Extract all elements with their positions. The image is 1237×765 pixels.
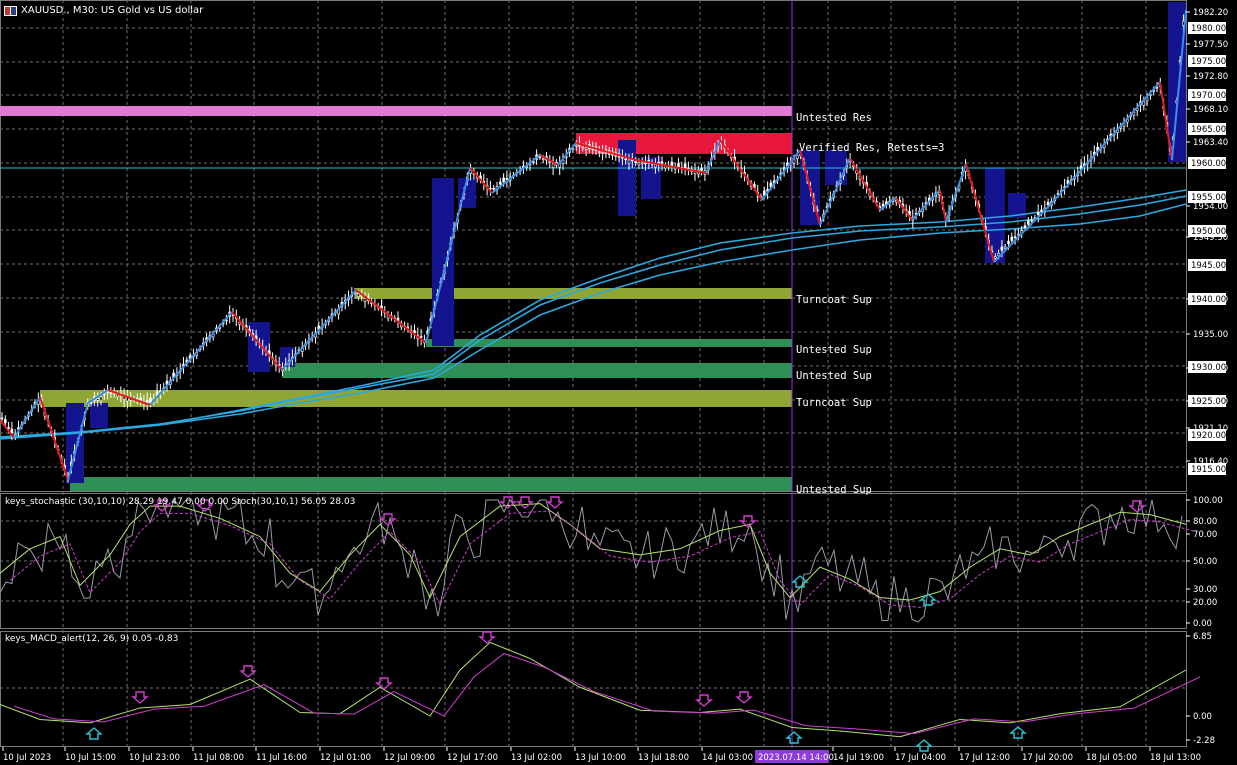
- svg-text:6.85: 6.85: [1193, 632, 1212, 642]
- svg-text:1945.00: 1945.00: [1191, 261, 1226, 271]
- label-turncoat-sup-1: Turncoat Sup: [796, 294, 872, 306]
- svg-text:14 Jul 03:00: 14 Jul 03:00: [702, 753, 753, 763]
- svg-text:1930.00: 1930.00: [1191, 363, 1226, 373]
- svg-text:80.00: 80.00: [1193, 517, 1217, 527]
- trading-chart[interactable]: Untested Res Verified Res, Retests=3 Tur…: [0, 0, 1237, 765]
- svg-text:100.00: 100.00: [1193, 496, 1223, 506]
- svg-text:1970.00: 1970.00: [1191, 91, 1226, 101]
- svg-text:17 Jul 12:00: 17 Jul 12:00: [959, 753, 1010, 763]
- svg-text:-2.28: -2.28: [1193, 736, 1215, 746]
- svg-text:1980.00: 1980.00: [1191, 24, 1226, 34]
- chart-window-icon[interactable]: [4, 6, 17, 16]
- label-turncoat-sup-2: Turncoat Sup: [796, 397, 872, 409]
- label-untested-sup-1: Untested Sup: [796, 344, 872, 356]
- svg-text:13 Jul 02:00: 13 Jul 02:00: [511, 753, 562, 763]
- zone-untested-sup-2: [282, 363, 792, 378]
- svg-text:18 Jul 05:00: 18 Jul 05:00: [1086, 753, 1137, 763]
- stochastic-title: keys_stochastic (30,10,10) 28.29 19.47 0…: [5, 497, 356, 507]
- zone-untested-sup-3: [70, 477, 792, 491]
- macd-arrows: [85, 631, 1027, 752]
- svg-text:10 Jul 15:00: 10 Jul 15:00: [65, 753, 116, 763]
- svg-text:1982.20: 1982.20: [1193, 8, 1228, 18]
- svg-text:20.00: 20.00: [1193, 598, 1217, 608]
- svg-text:13 Jul 10:00: 13 Jul 10:00: [575, 753, 626, 763]
- label-untested-sup-3: Untested Sup: [796, 484, 872, 496]
- svg-text:12 Jul 09:00: 12 Jul 09:00: [384, 753, 435, 763]
- zone-turncoat-sup-2: [40, 390, 792, 407]
- svg-text:30.00: 30.00: [1193, 585, 1217, 595]
- stochastic-axis: 100.00 80.00 70.00 50.00 30.00 20.00 0.00: [1186, 496, 1223, 629]
- svg-text:12 Jul 17:00: 12 Jul 17:00: [447, 753, 498, 763]
- svg-text:14 Jul 19:00: 14 Jul 19:00: [833, 753, 884, 763]
- svg-text:1972.80: 1972.80: [1193, 72, 1228, 82]
- svg-text:1975.00: 1975.00: [1191, 57, 1226, 67]
- svg-text:1940.00: 1940.00: [1191, 295, 1226, 305]
- zone-turncoat-sup-1: [356, 288, 792, 299]
- svg-text:1925.00: 1925.00: [1191, 397, 1226, 407]
- macd-axis: 6.85 0.00 -2.28: [1186, 632, 1215, 746]
- svg-text:1915.00: 1915.00: [1191, 465, 1226, 475]
- svg-text:1977.50: 1977.50: [1193, 40, 1228, 50]
- svg-text:1968.10: 1968.10: [1193, 105, 1228, 115]
- crosshair-time-label: 2023.07.14 14:00: [758, 753, 834, 763]
- svg-text:1950.00: 1950.00: [1191, 227, 1226, 237]
- svg-text:17 Jul 04:00: 17 Jul 04:00: [895, 753, 946, 763]
- price-axis: 1982.20 1977.50 1972.80 1968.10 1963.40 1954.…: [1186, 8, 1228, 475]
- svg-text:13 Jul 18:00: 13 Jul 18:00: [638, 753, 689, 763]
- macd-lines: [0, 641, 1201, 738]
- svg-text:10 Jul 2023: 10 Jul 2023: [3, 753, 51, 763]
- svg-text:10 Jul 23:00: 10 Jul 23:00: [129, 753, 180, 763]
- label-untested-res: Untested Res: [796, 112, 872, 124]
- svg-text:17 Jul 20:00: 17 Jul 20:00: [1022, 753, 1073, 763]
- macd-title: keys_MACD_alert(12, 26, 9) 0.05 -0.83: [5, 634, 179, 644]
- svg-text:12 Jul 01:00: 12 Jul 01:00: [320, 753, 371, 763]
- svg-text:70.00: 70.00: [1193, 530, 1217, 540]
- svg-text:1935.00: 1935.00: [1193, 330, 1228, 340]
- svg-text:50.00: 50.00: [1193, 557, 1217, 567]
- svg-text:1960.00: 1960.00: [1191, 159, 1226, 169]
- svg-text:1963.40: 1963.40: [1193, 138, 1228, 148]
- svg-text:1955.00: 1955.00: [1191, 193, 1226, 203]
- time-axis: 10 Jul 2023 10 Jul 15:00 10 Jul 23:00 11 Ju…: [2, 747, 1201, 763]
- svg-text:18 Jul 13:00: 18 Jul 13:00: [1150, 753, 1201, 763]
- label-verified-res: Verified Res, Retests=3: [799, 142, 944, 154]
- symbol-title: XAUUSD., M30: US Gold vs US dollar: [21, 5, 204, 16]
- svg-text:0.00: 0.00: [1193, 619, 1212, 629]
- svg-text:11 Jul 16:00: 11 Jul 16:00: [256, 753, 307, 763]
- svg-text:1954.00: 1954.00: [1193, 202, 1228, 212]
- svg-text:1920.00: 1920.00: [1191, 431, 1226, 441]
- svg-text:1965.00: 1965.00: [1191, 125, 1226, 135]
- zone-untested-res: [0, 106, 792, 116]
- svg-text:0.00: 0.00: [1193, 712, 1212, 722]
- svg-text:11 Jul 08:00: 11 Jul 08:00: [193, 753, 244, 763]
- label-untested-sup-2: Untested Sup: [796, 370, 872, 382]
